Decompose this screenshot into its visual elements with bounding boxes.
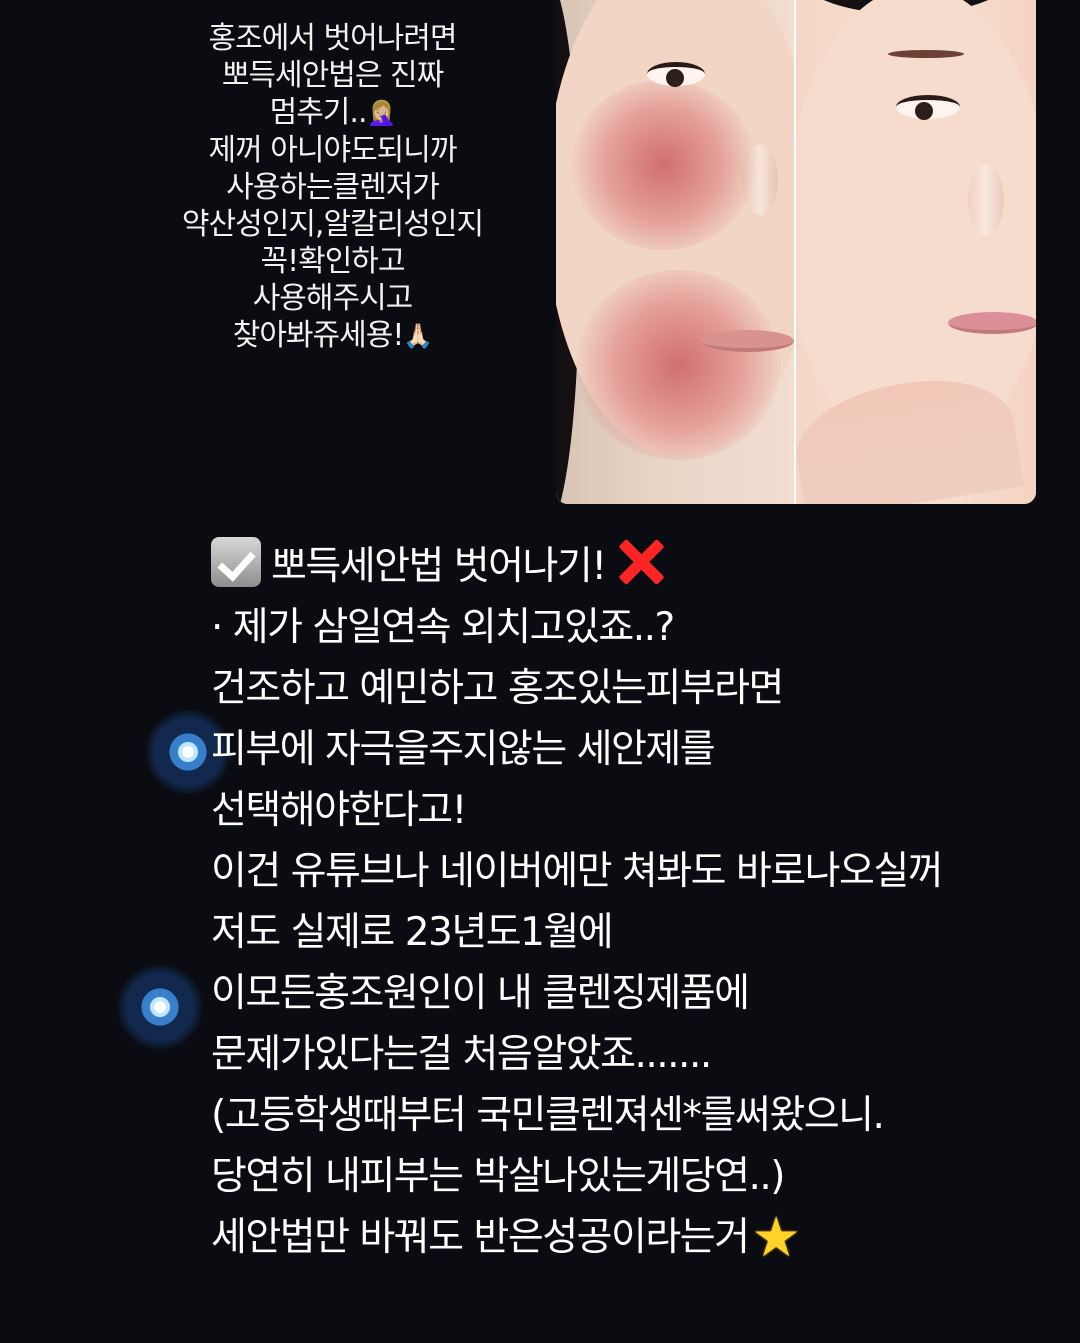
checked-box-icon bbox=[211, 537, 261, 587]
post-line-12: 세안법만 바꿔도 반은성공이라는거★ bbox=[211, 1207, 1071, 1268]
post-line-7: 저도 실제로 23년도1월에 bbox=[211, 910, 614, 955]
redness-face-photo bbox=[556, 0, 794, 504]
caption-line-6: 약산성인지,알칼리성인지 bbox=[181, 207, 484, 242]
post-line-1: 뽀득세안법 벗어나기! bbox=[211, 535, 1071, 597]
before-eye-icon bbox=[647, 62, 705, 87]
caption-line-1: 홍조에서 벗어나려면 bbox=[208, 21, 458, 56]
after-eye-icon bbox=[896, 95, 960, 120]
post-line-9: 문제가있다는걸 처음알았죠....... bbox=[211, 1032, 712, 1077]
after-nose-icon bbox=[968, 165, 1004, 235]
caption-line-7: 꼭!확인하고 bbox=[260, 244, 405, 279]
folded-hands-icon: 🙏🏻 bbox=[403, 322, 433, 350]
post-line-10: (고등학생때부터 국민클렌져센*를써왔으니. bbox=[211, 1093, 885, 1138]
post-line-12-text: 세안법만 바꿔도 반은성공이라는거 bbox=[211, 1215, 750, 1260]
post-line-5: 선택해야한다고! bbox=[211, 788, 467, 833]
before-after-photo-collage bbox=[556, 0, 1036, 504]
caption-line-5: 사용하는클렌저가 bbox=[226, 170, 440, 205]
post-body-text: 뽀득세안법 벗어나기! · 제가 삼일연속 외치고있죠..? 건조하고 예민하고… bbox=[211, 535, 1071, 1268]
caption-line-9: 찾아봐쥬세용!🙏🏻 bbox=[165, 317, 500, 355]
person-facepalming-icon: 🤦🏼‍♀️ bbox=[366, 99, 396, 127]
caption-line-8: 사용해주시고 bbox=[252, 281, 414, 316]
after-brow-icon bbox=[888, 50, 964, 58]
caption-line-3: 멈추기..🤦🏼‍♀️ bbox=[165, 94, 500, 132]
before-redness-left-icon bbox=[571, 80, 756, 250]
post-line-6: 이건 유튜브나 네이버에만 쳐봐도 바로나오실꺼 bbox=[211, 849, 944, 894]
post-line-1-text: 뽀득세안법 벗어나기! bbox=[271, 544, 607, 589]
caption-line-3-text: 멈추기.. bbox=[269, 95, 368, 130]
caption-line-2: 뽀득세안법은 진짜 bbox=[221, 58, 444, 93]
post-line-8: 이모든홍조원인이 내 클렌징제품에 bbox=[211, 971, 750, 1016]
red-cross-icon bbox=[615, 535, 669, 589]
before-nose-icon bbox=[742, 145, 778, 215]
star-icon: ★ bbox=[751, 1205, 801, 1269]
top-caption: 홍조에서 벗어나려면 뽀득세안법은 진짜 멈추기..🤦🏼‍♀️ 제꺼 아니야도되… bbox=[165, 20, 500, 355]
before-mouth-icon bbox=[702, 330, 794, 352]
clear-face-photo bbox=[796, 0, 1036, 504]
post-line-4: 피부에 자극을주지않는 세안제를 bbox=[211, 727, 716, 772]
post-line-2: · 제가 삼일연속 외치고있죠..? bbox=[211, 605, 675, 650]
post-line-11: 당연히 내피부는 박살나있는게당연..) bbox=[211, 1154, 786, 1199]
caption-line-9-text: 찾아봐쥬세용! bbox=[232, 318, 405, 353]
glowing-bullet-icon bbox=[117, 964, 203, 1050]
before-redness-lower-icon bbox=[576, 270, 781, 460]
post-line-3: 건조하고 예민하고 홍조있는피부라면 bbox=[211, 666, 784, 711]
caption-line-4: 제꺼 아니야도되니까 bbox=[208, 133, 458, 168]
after-mouth-icon bbox=[948, 312, 1036, 334]
